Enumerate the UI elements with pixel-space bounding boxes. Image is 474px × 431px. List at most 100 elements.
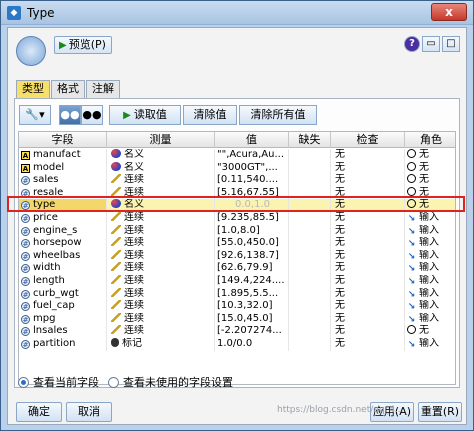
values-cell[interactable]: "",Acura,Au...: [215, 149, 289, 162]
measure-cell[interactable]: 连续: [107, 312, 215, 326]
table-row[interactable]: # sales 连续 [0.11,540.... 无无: [19, 174, 455, 187]
table-row[interactable]: Amanufact 名义 "",Acura,Au... 无无: [19, 149, 455, 162]
missing-cell[interactable]: [289, 149, 331, 162]
help-icon[interactable]: ?: [404, 36, 420, 52]
field-cell[interactable]: # fuel_cap: [19, 300, 107, 313]
values-cell[interactable]: [-2.207274...: [215, 325, 289, 338]
role-cell[interactable]: ↘ 输入: [405, 313, 455, 326]
check-cell[interactable]: 无: [331, 287, 405, 301]
header-missing[interactable]: 缺失: [289, 132, 331, 148]
role-cell[interactable]: ↘ 输入: [405, 288, 455, 301]
measure-cell[interactable]: 标记: [107, 338, 215, 351]
values-cell[interactable]: 1.0/0.0: [215, 338, 289, 351]
view-unused-radio[interactable]: 查看未使用的字段设置: [108, 374, 233, 390]
missing-cell[interactable]: [289, 161, 331, 175]
missing-cell[interactable]: [289, 237, 331, 250]
missing-cell[interactable]: [289, 249, 331, 263]
values-cell[interactable]: [9.235,85.5]: [215, 212, 289, 225]
field-cell[interactable]: # lnsales: [19, 325, 107, 338]
role-cell[interactable]: 无: [405, 325, 455, 338]
missing-cell[interactable]: [289, 212, 331, 225]
check-cell[interactable]: 无: [331, 186, 405, 200]
missing-cell[interactable]: [289, 300, 331, 313]
missing-cell[interactable]: [289, 199, 331, 212]
check-cell[interactable]: 无: [331, 224, 405, 238]
field-cell[interactable]: # length: [19, 275, 107, 288]
table-row[interactable]: # type 名义 0.0,1.0 无无: [19, 199, 455, 212]
role-cell[interactable]: ↘ 输入: [405, 250, 455, 263]
role-cell[interactable]: 无: [405, 161, 455, 175]
role-cell[interactable]: ↘ 输入: [405, 225, 455, 238]
view-toggle-button[interactable]: ●●: [59, 105, 81, 125]
table-row[interactable]: # mpg 连续 [15.0,45.0] 无 ↘ 输入: [19, 312, 455, 326]
table-row[interactable]: # lnsales 连续 [-2.207274... 无无: [19, 325, 455, 338]
measure-cell[interactable]: 连续: [107, 212, 215, 225]
missing-cell[interactable]: [289, 174, 331, 187]
check-cell[interactable]: 无: [331, 338, 405, 351]
view-toggle-button-2[interactable]: ●●: [81, 105, 103, 125]
table-row[interactable]: Amodel 名义 "3000GT",... 无无: [19, 161, 455, 175]
field-cell[interactable]: # partition: [19, 338, 107, 351]
role-cell[interactable]: ↘ 输入: [405, 262, 455, 275]
measure-cell[interactable]: 连续: [107, 287, 215, 301]
read-values-button[interactable]: ▶ 读取值: [109, 105, 181, 125]
tab-annotations[interactable]: 注解: [86, 80, 120, 98]
table-row[interactable]: # wheelbas 连续 [92.6,138.7] 无 ↘ 输入: [19, 249, 455, 263]
table-row[interactable]: # horsepow 连续 [55.0,450.0] 无 ↘ 输入: [19, 237, 455, 250]
role-cell[interactable]: ↘ 输入: [405, 338, 455, 351]
check-cell[interactable]: 无: [331, 325, 405, 338]
table-row[interactable]: # price 连续 [9.235,85.5] 无 ↘ 输入: [19, 212, 455, 225]
table-row[interactable]: # curb_wgt 连续 [1.895,5.5... 无 ↘ 输入: [19, 287, 455, 301]
values-cell[interactable]: [5.16,67.55]: [215, 186, 289, 200]
clear-values-button[interactable]: 清除值: [183, 105, 237, 125]
field-cell[interactable]: # width: [19, 262, 107, 275]
field-cell[interactable]: Amanufact: [19, 149, 107, 162]
header-check[interactable]: 检查: [331, 132, 405, 148]
role-cell[interactable]: ↘ 输入: [405, 212, 455, 225]
values-cell[interactable]: [15.0,45.0]: [215, 312, 289, 326]
measure-cell[interactable]: 名义: [107, 199, 215, 212]
role-cell[interactable]: 无: [405, 186, 455, 200]
field-cell[interactable]: # wheelbas: [19, 249, 107, 263]
check-cell[interactable]: 无: [331, 161, 405, 175]
measure-cell[interactable]: 连续: [107, 275, 215, 288]
missing-cell[interactable]: [289, 287, 331, 301]
check-cell[interactable]: 无: [331, 275, 405, 288]
check-cell[interactable]: 无: [331, 237, 405, 250]
measure-cell[interactable]: 连续: [107, 237, 215, 250]
check-cell[interactable]: 无: [331, 174, 405, 187]
field-cell[interactable]: # sales: [19, 174, 107, 187]
missing-cell[interactable]: [289, 312, 331, 326]
tab-types[interactable]: 类型: [16, 80, 50, 98]
ok-button[interactable]: 确定: [16, 402, 62, 422]
table-row[interactable]: # fuel_cap 连续 [10.3,32.0] 无 ↘ 输入: [19, 300, 455, 313]
role-cell[interactable]: ↘ 输入: [405, 275, 455, 288]
check-cell[interactable]: 无: [331, 262, 405, 275]
missing-cell[interactable]: [289, 325, 331, 338]
measure-cell[interactable]: 名义: [107, 161, 215, 175]
values-cell[interactable]: [0.11,540....: [215, 174, 289, 187]
check-cell[interactable]: 无: [331, 149, 405, 162]
measure-cell[interactable]: 连续: [107, 186, 215, 200]
measure-cell[interactable]: 连续: [107, 224, 215, 238]
table-row[interactable]: # length 连续 [149.4,224.... 无 ↘ 输入: [19, 275, 455, 288]
header-role[interactable]: 角色: [405, 132, 455, 148]
role-cell[interactable]: 无: [405, 149, 455, 162]
role-cell[interactable]: ↘ 输入: [405, 237, 455, 250]
reset-button[interactable]: 重置(R): [418, 402, 462, 422]
measure-cell[interactable]: 连续: [107, 300, 215, 313]
tab-format[interactable]: 格式: [51, 80, 85, 98]
view-current-radio[interactable]: 查看当前字段: [18, 374, 99, 390]
minimize-icon[interactable]: ▭: [422, 36, 440, 52]
role-cell[interactable]: 无: [405, 199, 455, 212]
role-cell[interactable]: 无: [405, 174, 455, 187]
measure-cell[interactable]: 连续: [107, 325, 215, 338]
values-cell[interactable]: [10.3,32.0]: [215, 300, 289, 313]
check-cell[interactable]: 无: [331, 212, 405, 225]
table-row[interactable]: # engine_s 连续 [1.0,8.0] 无 ↘ 输入: [19, 224, 455, 238]
values-cell[interactable]: "3000GT",...: [215, 161, 289, 175]
values-cell[interactable]: [62.6,79.9]: [215, 262, 289, 275]
missing-cell[interactable]: [289, 224, 331, 238]
table-row[interactable]: # width 连续 [62.6,79.9] 无 ↘ 输入: [19, 262, 455, 275]
missing-cell[interactable]: [289, 338, 331, 351]
